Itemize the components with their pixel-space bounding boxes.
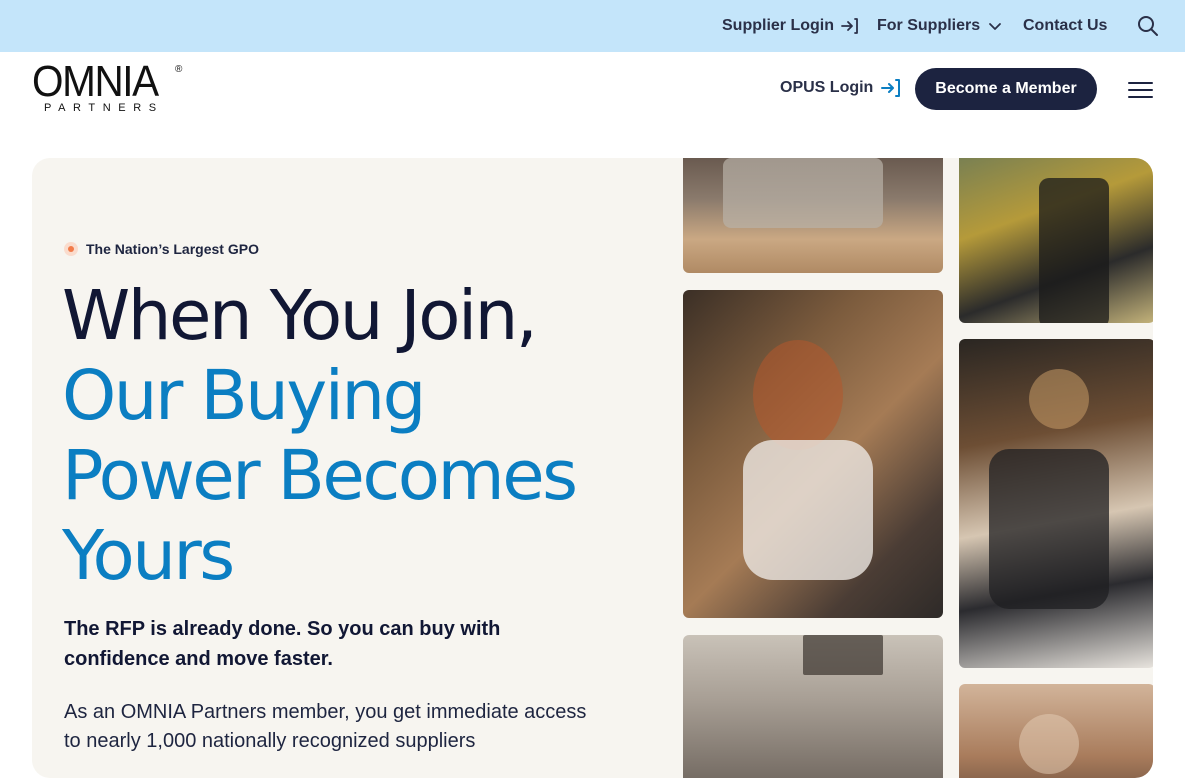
for-suppliers-label: For Suppliers [877, 17, 981, 34]
login-arrow-icon [881, 79, 901, 97]
logo-subtitle: PARTNERS [44, 102, 164, 114]
orange-dot-icon [64, 242, 78, 256]
hero-body-text: As an OMNIA Partners member, you get imm… [64, 701, 587, 752]
headline-line-2: Our Buying [62, 356, 426, 436]
search-icon [1138, 16, 1158, 36]
headline-line-1: When You Join, [62, 276, 538, 356]
main-header: OMNIA ® PARTNERS OPUS Login Become a Mem… [0, 52, 1185, 130]
photo-student-backpack [959, 158, 1153, 323]
for-suppliers-menu[interactable]: For Suppliers [877, 0, 1003, 52]
eyebrow-tag: The Nation’s Largest GPO [64, 241, 259, 257]
photo-laptop-meeting [683, 158, 943, 273]
hero-section: The Nation’s Largest GPO When You Join, … [32, 158, 1153, 778]
contact-us-link[interactable]: Contact Us [1023, 0, 1107, 52]
supplier-login-label: Supplier Login [722, 17, 834, 34]
hero-subhead: The RFP is already done. So you can buy … [64, 618, 501, 670]
opus-login-link[interactable]: OPUS Login [780, 78, 901, 98]
hero-headline: When You Join, Our Buying Power Becomes … [62, 276, 578, 596]
omnia-partners-logo[interactable]: OMNIA ® PARTNERS [32, 57, 184, 116]
chevron-down-icon [989, 23, 1002, 30]
logo-wordmark: OMNIA [32, 57, 159, 106]
login-arrow-icon [841, 18, 858, 34]
utility-bar: Supplier Login For Suppliers Contact Us [0, 0, 1185, 52]
eyebrow-text: The Nation’s Largest GPO [86, 241, 259, 257]
headline-line-4: Yours [62, 516, 235, 596]
become-member-button[interactable]: Become a Member [915, 68, 1097, 110]
hamburger-menu-icon[interactable] [1128, 79, 1154, 101]
contact-us-label: Contact Us [1023, 17, 1108, 34]
photo-chef-cutting [959, 339, 1153, 668]
photo-woman-library [683, 290, 943, 618]
supplier-login-link[interactable]: Supplier Login [722, 0, 859, 52]
photo-building-facade [683, 635, 943, 778]
photo-people-group [959, 684, 1153, 778]
search-button[interactable] [1130, 0, 1159, 52]
logo-registered-mark: ® [175, 64, 183, 75]
opus-login-label: OPUS Login [780, 79, 874, 96]
headline-line-3: Power Becomes [62, 436, 578, 516]
